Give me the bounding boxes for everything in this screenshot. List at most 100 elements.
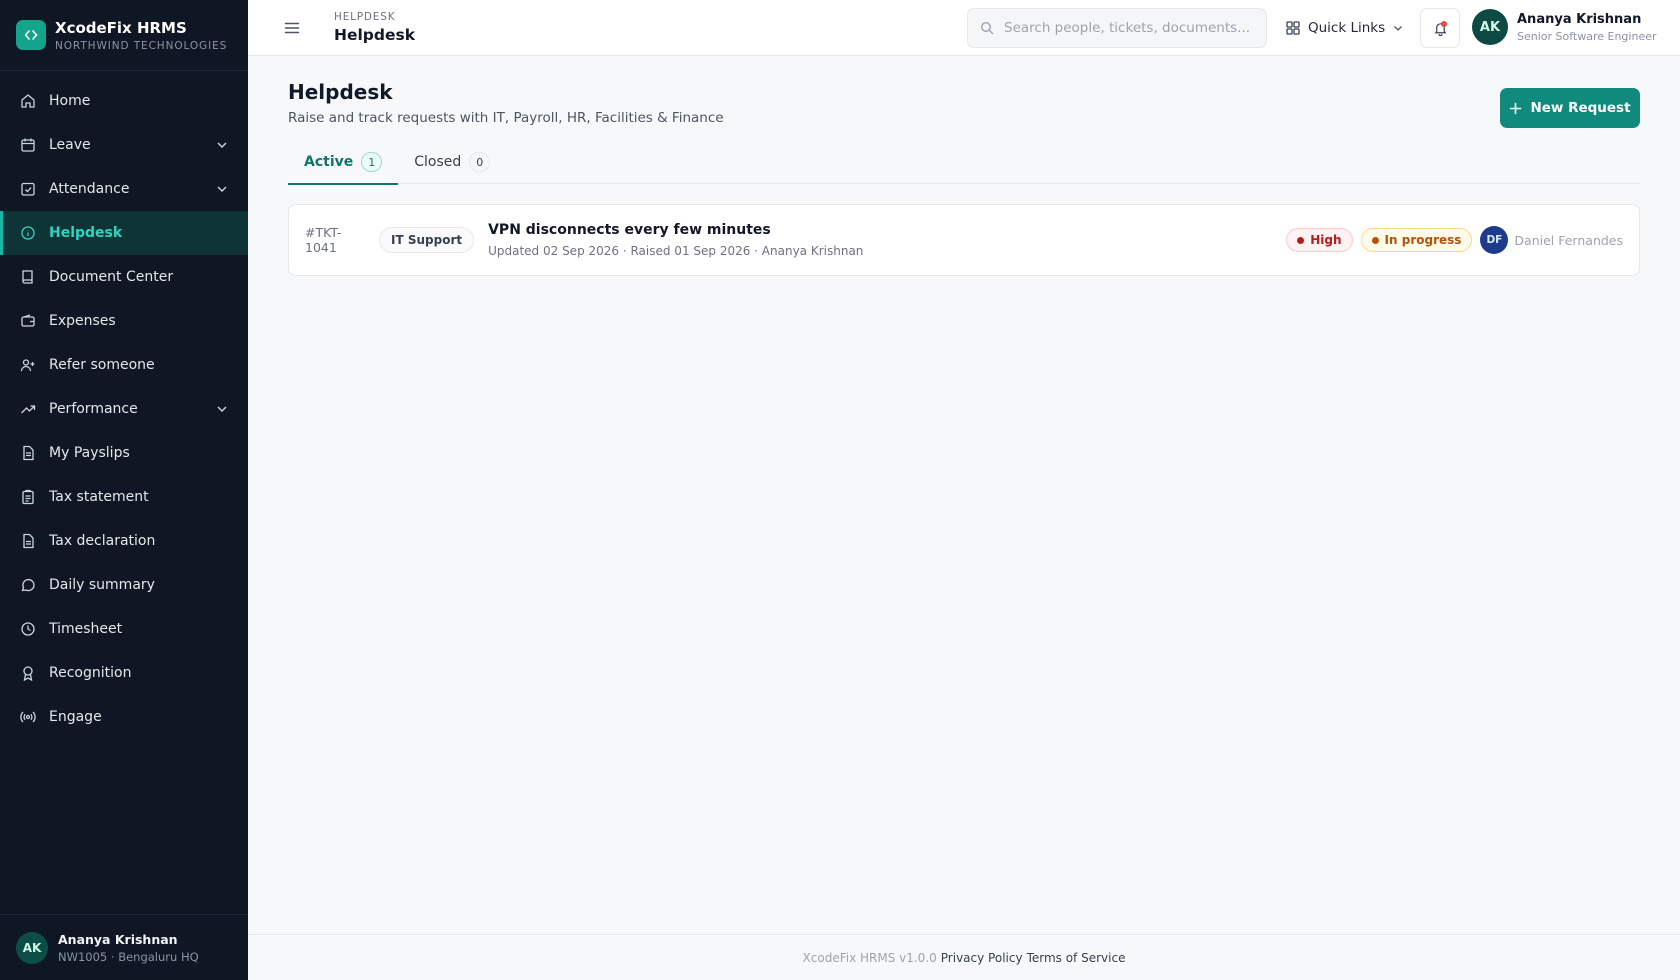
search-icon bbox=[980, 21, 994, 35]
brand-name: XcodeFix HRMS bbox=[55, 18, 187, 37]
sidebar-item-attendance[interactable]: Attendance bbox=[0, 167, 248, 211]
sidebar-item-tax-declaration[interactable]: Tax declaration bbox=[0, 519, 248, 563]
priority-dot bbox=[1297, 236, 1305, 244]
sidebar-item-expenses[interactable]: Expenses bbox=[0, 299, 248, 343]
sidebar-nav: Home Leave Attendance Helpdesk Document … bbox=[0, 71, 248, 739]
ticket-row[interactable]: #TKT-1041 IT Support VPN disconnects eve… bbox=[288, 204, 1640, 276]
sidebar-item-performance[interactable]: Performance bbox=[0, 387, 248, 431]
sidebar-item-label: Refer someone bbox=[49, 357, 155, 373]
sidebar-item-label: Leave bbox=[49, 137, 91, 153]
status-dot bbox=[1371, 236, 1379, 244]
sidebar-item-label: Home bbox=[49, 93, 91, 109]
tab-closed[interactable]: Closed 0 bbox=[398, 140, 506, 184]
code-brackets-icon bbox=[16, 20, 46, 50]
tab-active[interactable]: Active 1 bbox=[288, 140, 399, 185]
notifications-button[interactable] bbox=[1420, 8, 1460, 48]
status-label: In progress bbox=[1384, 233, 1462, 247]
user-name: Ananya Krishnan bbox=[1517, 11, 1642, 27]
new-request-label: New Request bbox=[1530, 100, 1631, 116]
privacy-policy-link[interactable]: Privacy Policy bbox=[941, 951, 1023, 965]
profile-name: Ananya Krishnan bbox=[58, 931, 178, 947]
sidebar-item-refer[interactable]: Refer someone bbox=[0, 343, 248, 387]
sidebar-item-payslips[interactable]: My Payslips bbox=[0, 431, 248, 475]
avatar: AK bbox=[16, 931, 48, 964]
award-icon bbox=[19, 664, 37, 682]
user-menu[interactable]: AK Ananya Krishnan Senior Software Engin… bbox=[1472, 9, 1657, 45]
menu-toggle-button[interactable] bbox=[280, 16, 304, 40]
hamburger-icon bbox=[284, 22, 300, 33]
calendar-check-icon bbox=[19, 180, 37, 198]
sidebar-item-label: Recognition bbox=[49, 665, 132, 681]
search-box[interactable] bbox=[967, 8, 1267, 48]
priority-label: High bbox=[1310, 233, 1342, 247]
page-title: Helpdesk bbox=[288, 80, 393, 104]
ticket-title: VPN disconnects every few minutes bbox=[488, 222, 771, 238]
grid-icon bbox=[1286, 21, 1300, 35]
breadcrumb-section: HELPDESK bbox=[334, 11, 396, 23]
terms-of-service-link[interactable]: Terms of Service bbox=[1027, 951, 1126, 965]
clipboard-icon bbox=[19, 488, 37, 506]
tab-count-badge: 0 bbox=[469, 152, 491, 172]
chevron-down-icon bbox=[217, 186, 227, 192]
sidebar-item-helpdesk[interactable]: Helpdesk bbox=[0, 211, 248, 255]
assignee-name: Daniel Fernandes bbox=[1514, 232, 1623, 248]
sidebar-item-label: Document Center bbox=[49, 269, 174, 285]
sidebar-item-label: My Payslips bbox=[49, 445, 130, 461]
sidebar: XcodeFix HRMS NORTHWIND TECHNOLOGIES Hom… bbox=[0, 0, 248, 980]
sidebar-item-timesheet[interactable]: Timesheet bbox=[0, 607, 248, 651]
ticket-category-badge: IT Support bbox=[379, 227, 475, 253]
assignee-avatar: DF bbox=[1480, 226, 1509, 254]
book-icon bbox=[19, 268, 37, 286]
wallet-icon bbox=[19, 312, 37, 330]
page-subtitle: Raise and track requests with IT, Payrol… bbox=[288, 110, 724, 126]
sidebar-item-leave[interactable]: Leave bbox=[0, 123, 248, 167]
status-badge: In progress bbox=[1360, 228, 1473, 252]
version-text: XcodeFix HRMS v1.0.0 bbox=[802, 950, 937, 965]
brand[interactable]: XcodeFix HRMS NORTHWIND TECHNOLOGIES bbox=[0, 0, 248, 71]
user-plus-icon bbox=[19, 356, 37, 374]
chevron-down-icon bbox=[1394, 26, 1403, 31]
sidebar-item-label: Expenses bbox=[49, 313, 116, 329]
new-request-button[interactable]: New Request bbox=[1500, 88, 1640, 128]
plus-icon bbox=[1510, 102, 1522, 114]
avatar: AK bbox=[1472, 9, 1508, 45]
page-footer: XcodeFix HRMS v1.0.0 Privacy Policy Term… bbox=[248, 934, 1680, 980]
ticket-tabs: Active 1 Closed 0 bbox=[288, 140, 1640, 185]
message-circle-icon bbox=[19, 576, 37, 594]
main-content: Helpdesk Raise and track requests with I… bbox=[248, 56, 1680, 934]
sidebar-item-label: Tax declaration bbox=[49, 533, 156, 549]
sidebar-item-label: Timesheet bbox=[49, 621, 123, 637]
sidebar-item-home[interactable]: Home bbox=[0, 79, 248, 123]
file-text-icon bbox=[19, 444, 37, 462]
sidebar-profile[interactable]: AK Ananya Krishnan NW1005 · Bengaluru HQ bbox=[0, 914, 248, 980]
info-circle-icon bbox=[19, 224, 37, 242]
file-icon bbox=[19, 532, 37, 550]
broadcast-icon bbox=[19, 708, 37, 726]
sidebar-item-document-center[interactable]: Document Center bbox=[0, 255, 248, 299]
brand-org: NORTHWIND TECHNOLOGIES bbox=[55, 39, 228, 52]
sidebar-item-label: Attendance bbox=[49, 181, 130, 197]
sidebar-item-label: Performance bbox=[49, 401, 138, 417]
topbar-title: Helpdesk bbox=[334, 26, 416, 44]
quick-links-button[interactable]: Quick Links bbox=[1286, 16, 1404, 40]
notification-badge bbox=[1441, 21, 1447, 27]
tab-label: Active bbox=[304, 154, 354, 170]
tab-count-badge: 1 bbox=[361, 152, 383, 172]
calendar-icon bbox=[19, 136, 37, 154]
tab-label: Closed bbox=[414, 154, 462, 170]
trending-up-icon bbox=[19, 400, 37, 418]
chevron-down-icon bbox=[217, 142, 227, 148]
sidebar-item-label: Tax statement bbox=[49, 489, 149, 505]
home-icon bbox=[19, 92, 37, 110]
ticket-meta: Updated 02 Sep 2026 · Raised 01 Sep 2026… bbox=[488, 244, 864, 258]
chevron-down-icon bbox=[217, 406, 227, 412]
sidebar-item-tax-statement[interactable]: Tax statement bbox=[0, 475, 248, 519]
clock-icon bbox=[19, 620, 37, 638]
priority-badge: High bbox=[1286, 228, 1353, 252]
profile-sub: NW1005 · Bengaluru HQ bbox=[58, 949, 199, 964]
sidebar-item-daily-summary[interactable]: Daily summary bbox=[0, 563, 248, 607]
sidebar-item-recognition[interactable]: Recognition bbox=[0, 651, 248, 695]
topbar: HELPDESK Helpdesk Quick Links AK Ananya … bbox=[248, 0, 1680, 56]
sidebar-item-engage[interactable]: Engage bbox=[0, 695, 248, 739]
search-input[interactable] bbox=[1004, 20, 1254, 36]
